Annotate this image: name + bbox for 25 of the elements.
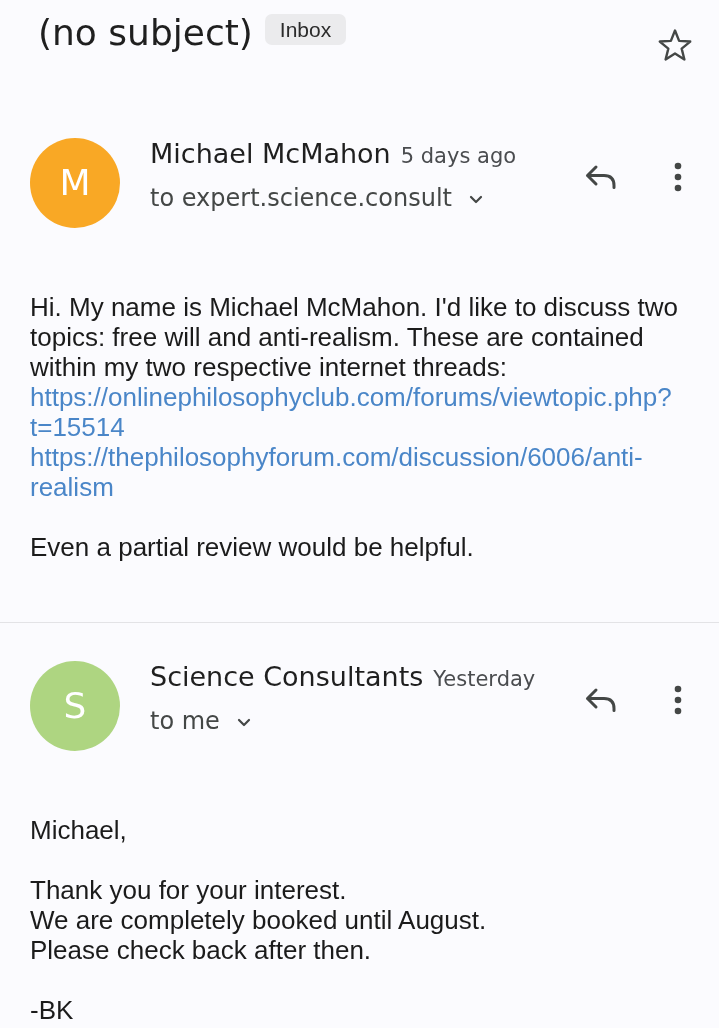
reply-icon[interactable] [585, 687, 617, 713]
recipient-toggle[interactable]: to expert.science.consult [150, 183, 483, 213]
star-icon[interactable] [657, 28, 693, 62]
sender-avatar: S [30, 661, 120, 751]
reply-icon[interactable] [585, 164, 617, 190]
message-time: Yesterday [433, 666, 536, 693]
inbox-label: Inbox [264, 14, 347, 45]
chevron-down-icon[interactable] [469, 195, 483, 204]
message-text: Michael, [30, 815, 128, 845]
sender-avatar: M [30, 138, 120, 228]
sender-name: Science Consultants [150, 660, 424, 694]
message-text: Even a partial review would be helpful. [30, 532, 475, 562]
subject-title: (no subject) [38, 11, 253, 55]
more-options-icon[interactable] [672, 684, 684, 716]
chevron-down-icon[interactable] [236, 718, 251, 727]
message-time: 5 days ago [400, 143, 517, 170]
message-text: Thank you for your interest. [30, 875, 348, 905]
message-text: We are completely booked until August. [30, 905, 488, 935]
recipient-toggle[interactable]: to me [150, 706, 251, 736]
message-text: Hi. My name is Michael McMahon. I'd like to discuss two topics: free will and anti-realism. These are contained within my two respective internet threads: [30, 292, 679, 382]
message-text: -BK [30, 995, 75, 1025]
message-text: Please check back after then. [30, 935, 373, 965]
sender-name: Michael McMahon [150, 137, 391, 171]
message-link[interactable]: https://thephilosophyforum.com/discussion/6006/anti-realism [30, 442, 699, 502]
more-options-icon[interactable] [672, 161, 684, 193]
